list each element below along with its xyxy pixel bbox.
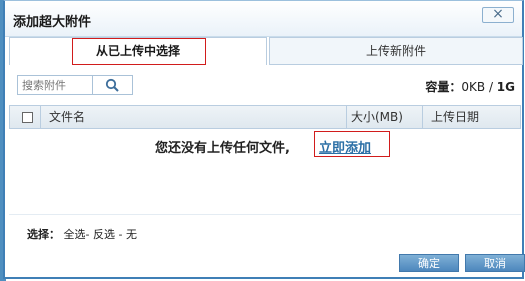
select-invert-link[interactable]: 反选 [93,228,115,241]
capacity-label: 容量： [425,80,462,94]
toolbar: 容量：0KB / 1G [9,67,521,99]
selection-separator: - [85,228,90,241]
column-header-size[interactable]: 大小(MB) [346,106,422,128]
annotation-highlight-box [72,38,206,65]
capacity-used: 0KB [461,80,486,94]
empty-state-message: 您还没有上传任何文件, [155,141,290,156]
column-header-filename[interactable]: 文件名 [40,106,346,128]
select-all-cell [14,106,40,128]
file-table-header: 文件名 大小(MB) 上传日期 [9,105,521,129]
select-all-link[interactable]: 全选 [64,228,86,241]
search-button[interactable] [92,76,132,94]
search-icon [105,78,119,92]
tab-upload-new[interactable]: 上传新附件 [269,37,523,65]
cancel-button[interactable]: 取消 [465,254,525,272]
capacity-total: 1G [496,80,515,94]
dialog-title: 添加超大附件 [13,15,92,30]
capacity-indicator: 容量：0KB / 1G [425,78,515,95]
capacity-separator: / [485,80,497,94]
dialog-titlebar: 添加超大附件 × [5,1,522,37]
tab-select-uploaded[interactable]: 从已上传中选择 [9,37,267,65]
tab-bar: 从已上传中选择 上传新附件 [9,37,523,65]
column-header-upload-date[interactable]: 上传日期 [422,106,520,128]
select-all-checkbox[interactable] [22,112,33,123]
search-box [17,75,133,95]
add-now-link[interactable]: 立即添加 [319,137,371,156]
tab-upload-new-label: 上传新附件 [365,44,426,58]
divider [9,214,521,215]
selection-controls: 选择： 全选- 反选 - 无 [27,226,137,242]
close-icon: × [492,6,504,22]
ok-button[interactable]: 确定 [399,254,459,272]
attach-large-file-dialog: 添加超大附件 × 从已上传中选择 上传新附件 容量：0KB / 1G [3,0,525,279]
close-button[interactable]: × [482,7,514,23]
selection-label: 选择： [27,228,60,241]
selection-separator: - [114,228,126,241]
select-none-link[interactable]: 无 [126,228,137,241]
